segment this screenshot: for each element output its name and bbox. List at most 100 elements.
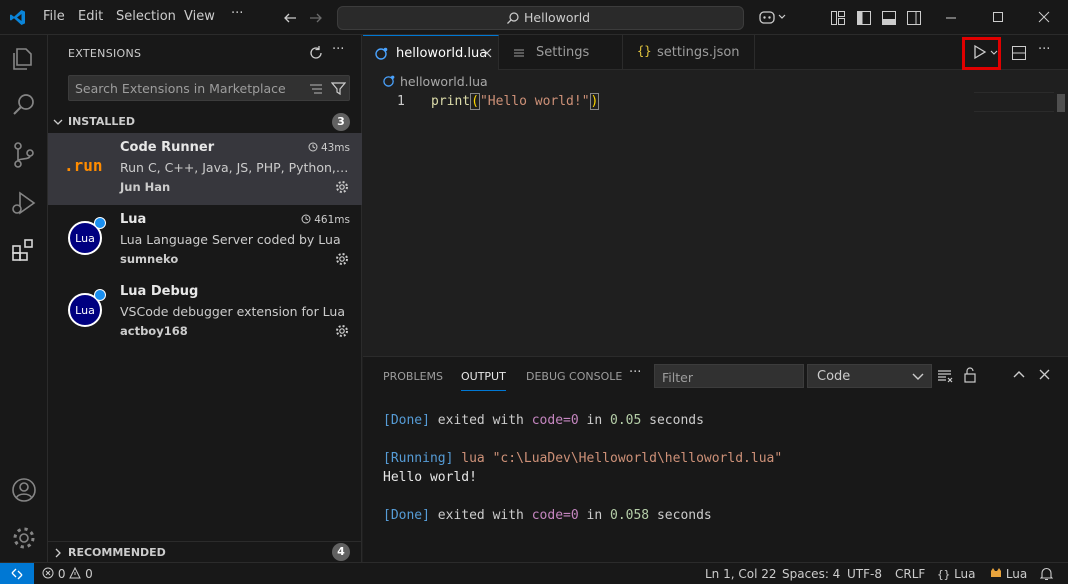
explorer-icon[interactable] [8, 43, 40, 75]
extension-gear-icon[interactable] [334, 179, 350, 195]
maximize-panel-icon[interactable] [1013, 369, 1025, 379]
history-icon [301, 214, 311, 224]
tab-settings[interactable]: Settings [499, 35, 623, 70]
lua-file-icon [375, 47, 388, 60]
extension-gear-icon[interactable] [334, 251, 350, 267]
menu-selection[interactable]: Selection [116, 9, 176, 24]
tab-label: settings.json [657, 45, 740, 60]
run-and-debug-icon[interactable] [8, 187, 40, 219]
encoding[interactable]: UTF-8 [847, 567, 882, 581]
lock-scroll-icon[interactable] [962, 367, 978, 383]
notifications-bell-icon[interactable] [1040, 567, 1053, 581]
tab-problems[interactable]: PROBLEMS [383, 370, 443, 383]
extensions-search-placeholder: Search Extensions in Marketplace [75, 81, 286, 96]
panel-more-icon[interactable]: ··· [629, 365, 641, 380]
extensions-search-input[interactable]: Search Extensions in Marketplace [68, 75, 350, 101]
extension-item-code-runner[interactable]: .run Code Runner 43ms Run C, C++, Java, … [48, 133, 362, 205]
menu-edit[interactable]: Edit [78, 9, 103, 24]
extension-name: Lua [120, 212, 147, 227]
editor-scrollbar[interactable] [1057, 94, 1065, 112]
tab-label: Settings [536, 45, 590, 60]
extension-publisher: actboy168 [120, 324, 188, 338]
search-view-icon[interactable] [8, 89, 40, 121]
installed-count-badge: 3 [332, 113, 350, 131]
tab-debug-console[interactable]: DEBUG CONSOLE [526, 370, 622, 383]
extension-description: Run C, C++, Java, JS, PHP, Python, Perl,… [120, 160, 352, 175]
close-window-icon[interactable] [1038, 11, 1050, 23]
installed-section-header[interactable]: INSTALLED 3 [48, 111, 362, 133]
extensions-icon[interactable] [8, 235, 40, 267]
extension-description: VSCode debugger extension for Lua [120, 304, 346, 319]
tab-label: helloworld.lua [396, 46, 488, 61]
clear-filter-icon[interactable] [309, 82, 323, 96]
toggle-primary-sidebar-icon[interactable] [856, 10, 872, 26]
end-of-line[interactable]: CRLF [895, 567, 925, 581]
line-number: 1 [397, 94, 405, 109]
sidebar-more-icon[interactable]: ··· [332, 42, 344, 57]
forward-arrow-icon[interactable] [308, 10, 324, 26]
output-line: Hello world! [383, 470, 477, 485]
indentation[interactable]: Spaces: 4 [782, 567, 840, 581]
search-icon [507, 12, 519, 24]
extension-gear-icon[interactable] [334, 323, 350, 339]
breadcrumb[interactable]: helloworld.lua [383, 74, 488, 89]
activation-time: 461ms [301, 214, 350, 226]
output-channel-select[interactable]: Code [807, 364, 932, 388]
customize-layout-icon[interactable] [830, 10, 846, 26]
activation-time: 43ms [308, 142, 350, 154]
activity-bar [0, 35, 48, 562]
command-center-label: Helloworld [524, 10, 591, 25]
filter-icon[interactable] [331, 81, 346, 96]
output-line: [Running] lua "c:\LuaDev\Helloworld\hell… [383, 451, 783, 466]
source-control-icon[interactable] [8, 139, 40, 171]
lua-logo: Lua [68, 217, 106, 255]
installed-label: INSTALLED [68, 115, 136, 128]
code-line[interactable]: 1 print("Hello world!") [363, 92, 1055, 112]
settings-file-icon [514, 49, 524, 57]
error-icon [42, 567, 54, 579]
extension-item-lua[interactable]: Lua Lua 461ms Lua Language Server coded … [48, 205, 362, 277]
close-tab-icon[interactable] [482, 48, 492, 58]
recommended-section-header[interactable]: RECOMMENDED 4 [48, 541, 362, 563]
close-panel-icon[interactable] [1039, 369, 1050, 380]
clear-output-icon[interactable] [937, 368, 953, 384]
editor-more-icon[interactable]: ··· [1038, 42, 1050, 57]
remote-indicator[interactable] [0, 563, 34, 584]
title-bar: File Edit Selection View ··· Helloworld [0, 0, 1068, 35]
tab-helloworld-lua[interactable]: helloworld.lua [363, 35, 499, 70]
copilot-icon[interactable] [758, 9, 788, 25]
minimize-icon[interactable] [945, 12, 957, 24]
maximize-icon[interactable] [992, 11, 1004, 23]
lua-server-status[interactable]: Lua [990, 567, 1027, 581]
extension-description: Lua Language Server coded by Lua [120, 232, 341, 247]
code-text[interactable]: print("Hello world!") [431, 93, 600, 110]
recommended-label: RECOMMENDED [68, 546, 166, 559]
history-icon [308, 142, 318, 152]
remote-icon [11, 568, 23, 580]
chevron-down-icon [53, 119, 63, 125]
accounts-icon[interactable] [8, 474, 40, 506]
menu-view[interactable]: View [184, 9, 215, 24]
manage-gear-icon[interactable] [8, 522, 40, 554]
toggle-panel-icon[interactable] [881, 10, 897, 26]
cursor-position[interactable]: Ln 1, Col 22 [705, 567, 777, 581]
back-arrow-icon[interactable] [282, 10, 298, 26]
extension-publisher: Jun Han [120, 180, 171, 194]
chevron-right-icon [55, 548, 61, 558]
language-mode[interactable]: {} Lua [937, 567, 976, 581]
split-editor-icon[interactable] [1011, 45, 1027, 61]
warning-icon [69, 566, 82, 579]
menu-file[interactable]: File [43, 9, 65, 24]
problems-status[interactable]: 0 0 [42, 566, 93, 581]
menu-more-icon[interactable]: ··· [231, 6, 243, 21]
tab-settings-json[interactable]: {} settings.json [623, 35, 755, 70]
extension-name: Lua Debug [120, 284, 199, 299]
recommended-count-badge: 4 [332, 543, 350, 561]
toggle-secondary-sidebar-icon[interactable] [906, 10, 922, 26]
output-filter-input[interactable]: Filter [654, 364, 804, 388]
extension-publisher: sumneko [120, 252, 179, 266]
extension-item-lua-debug[interactable]: Lua Lua Debug VSCode debugger extension … [48, 277, 362, 349]
refresh-icon[interactable] [308, 45, 324, 61]
tab-output[interactable]: OUTPUT [461, 370, 506, 391]
command-center[interactable]: Helloworld [337, 6, 744, 30]
